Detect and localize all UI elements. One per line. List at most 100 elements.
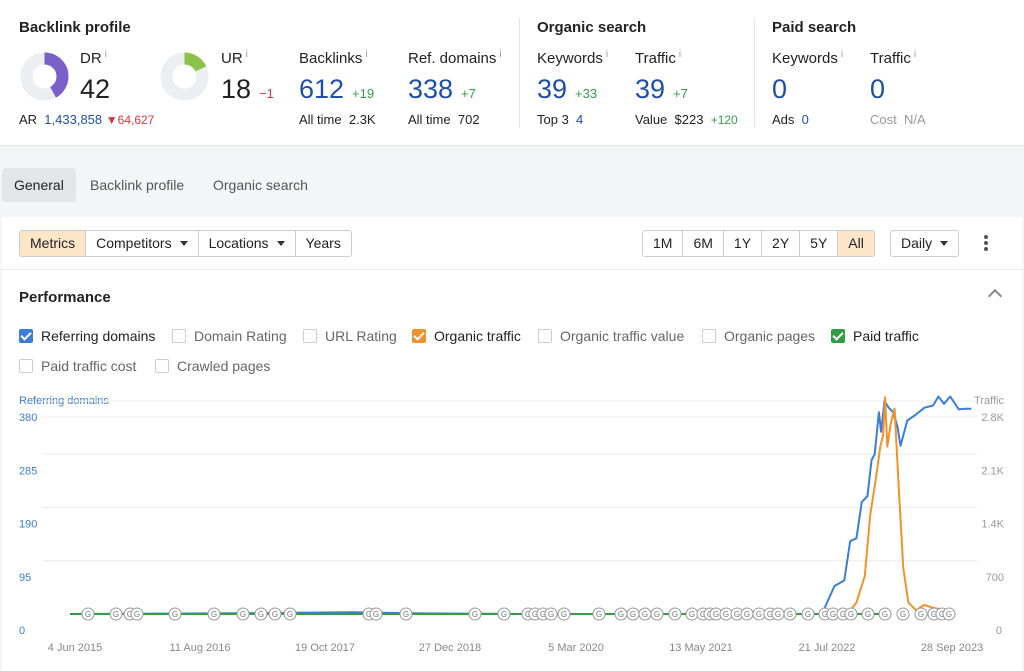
google-update-icon: G xyxy=(771,607,785,621)
tab-general[interactable]: General xyxy=(2,168,76,202)
x-tick-label: 5 Mar 2020 xyxy=(548,642,604,654)
tab-organic-search[interactable]: Organic search xyxy=(201,168,320,202)
svg-text:G: G xyxy=(689,610,695,619)
checkbox-crawled-pages[interactable]: Crawled pages xyxy=(155,357,270,375)
checkbox-organic-traffic[interactable]: Organic traffic xyxy=(412,327,521,345)
checkbox-label: Domain Rating xyxy=(194,328,287,344)
unchecked-box-icon[interactable] xyxy=(303,329,317,343)
locations-dropdown[interactable]: Locations xyxy=(198,231,296,256)
svg-text:G: G xyxy=(561,610,567,619)
left-tick-label: 285 xyxy=(19,465,37,477)
google-update-icon: G xyxy=(268,607,282,621)
svg-text:G: G xyxy=(211,610,217,619)
backlinks-value[interactable]: 612 xyxy=(299,74,344,105)
svg-text:G: G xyxy=(548,610,554,619)
checkbox-referring-domains[interactable]: Referring domains xyxy=(19,327,155,345)
backlink-profile-title: Backlink profile xyxy=(19,19,131,36)
checkbox-paid-traffic-cost[interactable]: Paid traffic cost xyxy=(19,357,136,375)
checkbox-organic-traffic-value[interactable]: Organic traffic value xyxy=(538,327,684,345)
google-update-icon: G xyxy=(399,607,413,621)
google-update-icon: G xyxy=(544,607,558,621)
organic-traffic-label[interactable]: Traffic i xyxy=(635,49,681,67)
ref-domains-label[interactable]: Ref. domains i xyxy=(408,49,502,67)
right-tick-label: 1.4K xyxy=(981,519,1004,531)
more-options-icon[interactable] xyxy=(984,235,988,253)
google-update-icon: G xyxy=(914,607,928,621)
google-update-icon: G xyxy=(801,607,815,621)
metrics-button[interactable]: Metrics xyxy=(20,231,87,256)
svg-text:G: G xyxy=(287,610,293,619)
ref-domains-delta: +7 xyxy=(461,86,476,101)
google-update-icon: G xyxy=(168,607,182,621)
svg-text:G: G xyxy=(240,610,246,619)
series-line-referring-domains xyxy=(69,395,972,615)
svg-text:G: G xyxy=(865,610,871,619)
google-update-icon: G xyxy=(783,607,797,621)
checked-box-icon[interactable] xyxy=(412,329,426,343)
x-tick-label: 28 Sep 2023 xyxy=(921,642,983,654)
svg-text:G: G xyxy=(672,610,678,619)
checked-box-icon[interactable] xyxy=(19,329,33,343)
unchecked-box-icon[interactable] xyxy=(19,359,33,373)
backlinks-label[interactable]: Backlinks i xyxy=(299,49,368,67)
ur-label[interactable]: UR i xyxy=(221,49,248,67)
svg-text:G: G xyxy=(113,610,119,619)
caret-down-icon xyxy=(276,240,285,246)
ads-row: Ads 0 xyxy=(772,112,809,127)
paid-traffic-value[interactable]: 0 xyxy=(870,74,885,105)
checkbox-label: Organic traffic xyxy=(434,328,521,344)
svg-text:G: G xyxy=(272,610,278,619)
google-update-icon: G xyxy=(626,607,640,621)
performance-title: Performance xyxy=(19,289,111,306)
organic-search-title: Organic search xyxy=(537,19,647,36)
chevron-up-icon[interactable] xyxy=(987,288,1003,304)
x-tick-label: 19 Oct 2017 xyxy=(295,642,355,654)
google-update-icon: G xyxy=(638,607,652,621)
checkbox-label: URL Rating xyxy=(325,328,397,344)
paid-traffic-label[interactable]: Traffic i xyxy=(870,49,916,67)
google-update-icon: G xyxy=(668,607,682,621)
range-button-5y[interactable]: 5Y xyxy=(800,231,839,256)
ref-domains-value[interactable]: 338 xyxy=(408,74,453,105)
unchecked-box-icon[interactable] xyxy=(538,329,552,343)
backlinks-delta: +19 xyxy=(352,86,375,101)
ar-delta: ▼64,627 xyxy=(105,113,155,127)
competitors-dropdown[interactable]: Competitors xyxy=(86,231,199,256)
checkbox-domain-rating[interactable]: Domain Rating xyxy=(172,327,287,345)
svg-text:G: G xyxy=(787,610,793,619)
ar-row: AR 1,433,858 ▼64,627 xyxy=(19,112,155,127)
range-button-all[interactable]: All xyxy=(838,231,874,256)
x-tick-label: 27 Dec 2018 xyxy=(419,642,481,654)
checked-box-icon[interactable] xyxy=(831,329,845,343)
organic-keywords-label[interactable]: Keywords i xyxy=(537,49,608,67)
range-button-1y[interactable]: 1Y xyxy=(723,231,763,256)
dr-label[interactable]: DR i xyxy=(80,49,107,67)
google-update-icon: G xyxy=(942,607,956,621)
interval-dropdown[interactable]: Daily xyxy=(890,230,960,257)
range-button-2y[interactable]: 2Y xyxy=(762,231,801,256)
range-button-1m[interactable]: 1M xyxy=(643,231,684,256)
tab-backlink-profile[interactable]: Backlink profile xyxy=(78,168,196,202)
range-button-6m[interactable]: 6M xyxy=(683,231,724,256)
svg-text:G: G xyxy=(618,610,624,619)
unchecked-box-icon[interactable] xyxy=(702,329,716,343)
x-tick-label: 13 May 2021 xyxy=(669,642,733,654)
organic-traffic-value[interactable]: 39 xyxy=(635,74,665,105)
caret-down-icon xyxy=(940,240,949,246)
checkbox-url-rating[interactable]: URL Rating xyxy=(303,327,397,345)
left-tick-label: 95 xyxy=(19,572,31,584)
unchecked-box-icon[interactable] xyxy=(155,359,169,373)
google-update-icon: G xyxy=(896,607,910,621)
svg-text:G: G xyxy=(882,610,888,619)
years-button[interactable]: Years xyxy=(295,231,351,256)
svg-text:G: G xyxy=(918,610,924,619)
ur-donut-chart xyxy=(160,52,209,101)
checkbox-organic-pages[interactable]: Organic pages xyxy=(702,327,815,345)
paid-keywords-label[interactable]: Keywords i xyxy=(772,49,843,67)
svg-text:G: G xyxy=(723,610,729,619)
unchecked-box-icon[interactable] xyxy=(172,329,186,343)
ur-value: 18 xyxy=(221,74,252,104)
checkbox-paid-traffic[interactable]: Paid traffic xyxy=(831,327,919,345)
organic-keywords-value[interactable]: 39 xyxy=(537,74,567,105)
paid-keywords-value[interactable]: 0 xyxy=(772,74,787,105)
